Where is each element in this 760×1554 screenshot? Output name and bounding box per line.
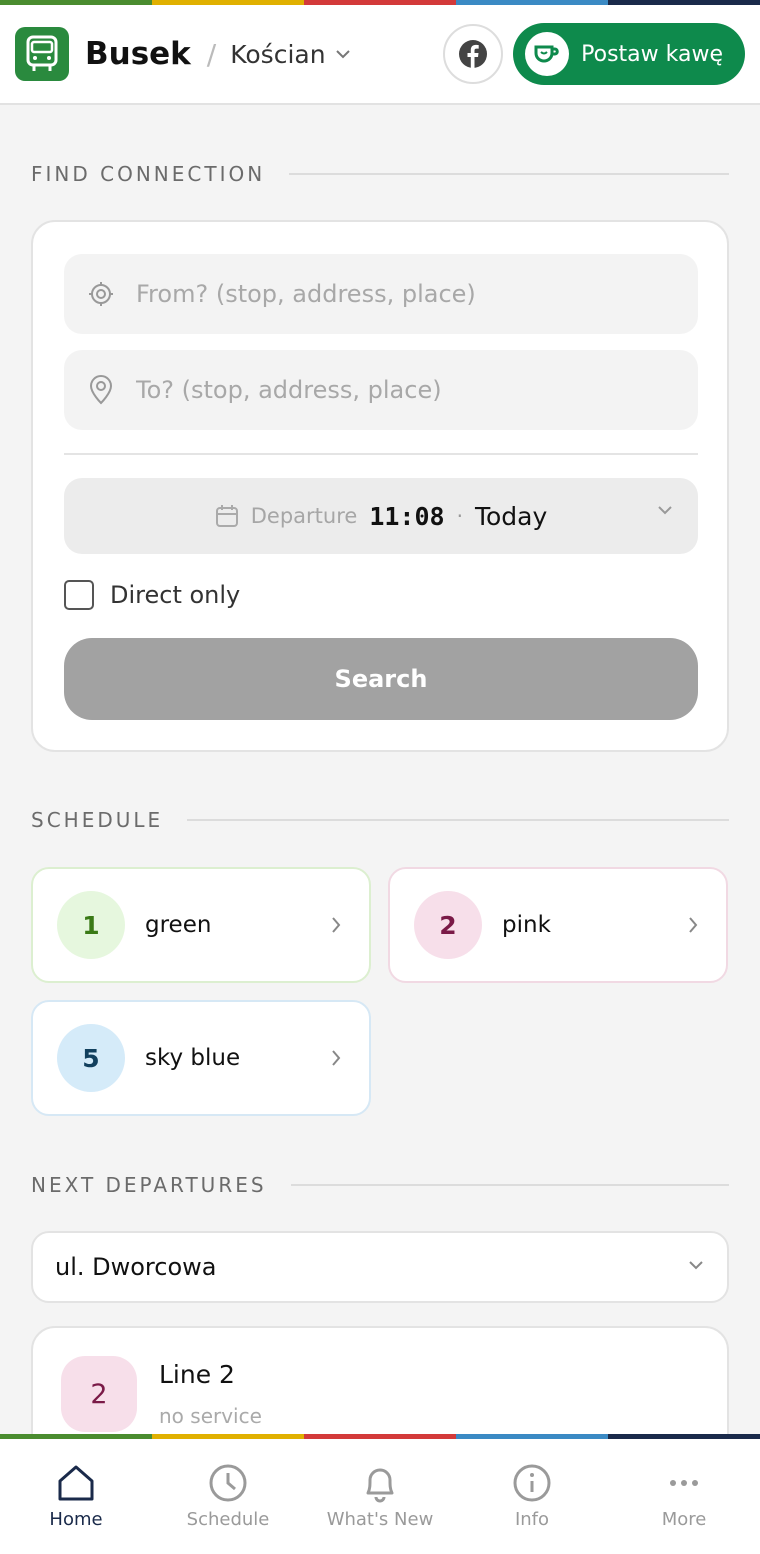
route-name: sky blue: [145, 1045, 241, 1071]
selected-stop: ul. Dworcowa: [55, 1253, 217, 1281]
departure-time-selector[interactable]: Departure 11:08 · Today: [64, 478, 698, 554]
bell-icon: [366, 1468, 394, 1503]
route-badge: 5: [57, 1024, 125, 1092]
bottom-navigation: Home Schedule What's New Info More: [0, 1434, 760, 1554]
departure-label: Departure: [250, 504, 358, 528]
route-name: green: [145, 912, 212, 938]
section-divider: [187, 819, 729, 821]
section-divider: [289, 173, 729, 175]
nav-label: Schedule: [186, 1509, 270, 1530]
route-card-1[interactable]: 1 green: [31, 867, 371, 983]
nav-label: What's New: [326, 1509, 434, 1530]
calendar-icon: [215, 505, 238, 527]
buy-coffee-label: Postaw kawę: [581, 41, 723, 67]
nav-info[interactable]: Info: [456, 1439, 608, 1554]
section-title: FIND CONNECTION: [31, 162, 266, 186]
breadcrumb-separator: /: [206, 37, 217, 71]
nav-whats-new[interactable]: What's New: [304, 1439, 456, 1554]
chevron-down-icon: [335, 49, 350, 58]
find-connection-heading: FIND CONNECTION: [31, 162, 729, 186]
section-title: SCHEDULE: [31, 808, 164, 832]
city-selector[interactable]: Kościan: [230, 39, 350, 69]
route-badge: 2: [414, 891, 482, 959]
section-title: NEXT DEPARTURES: [31, 1173, 267, 1197]
to-field[interactable]: [64, 350, 698, 430]
route-name: pink: [502, 912, 551, 938]
departure-time: 11:08: [369, 501, 445, 531]
coffee-cup-icon: [525, 32, 570, 76]
direct-only-checkbox[interactable]: [64, 580, 94, 610]
bus-logo-icon[interactable]: [15, 27, 69, 81]
nav-label: Info: [514, 1509, 550, 1530]
brand-name[interactable]: Busek: [85, 36, 191, 72]
next-departures-heading: NEXT DEPARTURES: [31, 1173, 729, 1197]
search-button[interactable]: Search: [64, 638, 698, 720]
city-name: Kościan: [230, 39, 326, 69]
schedule-heading: SCHEDULE: [31, 808, 729, 832]
chevron-right-icon: [332, 1050, 341, 1066]
direct-only-label[interactable]: Direct only: [110, 581, 240, 609]
route-card-5[interactable]: 5 sky blue: [31, 1000, 371, 1116]
departure-day: Today: [474, 501, 548, 531]
home-icon: [58, 1465, 94, 1501]
line-name: Line 2: [159, 1360, 235, 1389]
from-input[interactable]: [136, 280, 636, 308]
facebook-icon: [459, 40, 488, 68]
to-input[interactable]: [136, 376, 636, 404]
route-badge: 1: [57, 891, 125, 959]
route-card-2[interactable]: 2 pink: [388, 867, 728, 983]
line-badge: 2: [61, 1356, 137, 1432]
departure-separator: ·: [456, 504, 463, 528]
buy-coffee-button[interactable]: Postaw kawę: [513, 23, 745, 85]
info-icon: [513, 1464, 551, 1502]
app-header: Busek / Kościan Postaw kawę: [0, 5, 760, 105]
nav-home[interactable]: Home: [0, 1439, 152, 1554]
nav-label: Home: [49, 1509, 103, 1530]
from-field[interactable]: [64, 254, 698, 334]
chevron-down-icon: [689, 1261, 703, 1270]
section-divider: [290, 1184, 729, 1186]
more-icon: [670, 1480, 698, 1486]
service-status: no service: [159, 1404, 262, 1428]
locate-icon: [89, 282, 113, 306]
facebook-button[interactable]: [443, 24, 504, 84]
nav-more[interactable]: More: [608, 1439, 760, 1554]
chevron-down-icon: [658, 506, 672, 515]
find-connection-card: Departure 11:08 · Today Direct only Sear…: [31, 220, 729, 752]
map-pin-icon: [89, 375, 113, 405]
direct-only-option[interactable]: Direct only: [64, 580, 240, 610]
form-divider: [64, 453, 698, 455]
chevron-right-icon: [689, 917, 698, 933]
chevron-right-icon: [332, 917, 341, 933]
clock-icon: [209, 1464, 247, 1502]
nav-label: More: [661, 1509, 707, 1530]
nav-schedule[interactable]: Schedule: [152, 1439, 304, 1554]
stop-selector[interactable]: ul. Dworcowa: [31, 1231, 729, 1303]
